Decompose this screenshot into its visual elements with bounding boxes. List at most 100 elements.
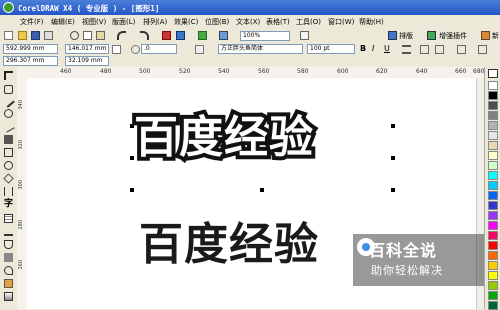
menu-tools[interactable]: 工具(O) [296, 17, 321, 27]
bold-icon[interactable]: B [360, 45, 369, 54]
text-align-icon[interactable] [402, 45, 411, 54]
smart-fill-tool-icon[interactable] [4, 135, 13, 144]
menu-view[interactable]: 视图(V) [82, 17, 106, 27]
color-swatch[interactable] [488, 161, 498, 170]
fill-tool-icon[interactable] [4, 279, 13, 288]
ellipse-tool-icon[interactable] [4, 161, 13, 170]
pick-tool-icon[interactable] [4, 71, 13, 80]
selection-handle[interactable] [391, 156, 395, 160]
export-icon[interactable] [176, 31, 185, 40]
enhance-plugin-label[interactable]: 增强插件 [439, 31, 467, 41]
crop-tool-icon[interactable] [2, 95, 15, 108]
basic-shapes-tool-icon[interactable] [4, 187, 13, 196]
outlined-text-object[interactable]: 百度经验 [130, 112, 317, 164]
open-folder-icon[interactable] [18, 31, 27, 40]
interactive-fill-tool-icon[interactable] [4, 292, 13, 301]
selection-handle[interactable] [260, 188, 264, 192]
mirror-horizontal-icon[interactable] [195, 45, 204, 54]
color-swatch[interactable] [488, 131, 498, 140]
color-swatch[interactable] [488, 261, 498, 270]
font-size-select[interactable]: 100 pt [307, 44, 355, 54]
snap-to-icon[interactable] [300, 31, 309, 40]
menu-window[interactable]: 窗口(W) [328, 17, 354, 27]
color-swatch[interactable] [488, 101, 498, 110]
menu-edit[interactable]: 编辑(E) [51, 17, 75, 27]
save-icon[interactable] [31, 31, 40, 40]
color-swatch[interactable] [488, 151, 498, 160]
rectangle-tool-icon[interactable] [4, 148, 13, 157]
undo-icon[interactable] [117, 31, 126, 40]
selection-handle[interactable] [391, 188, 395, 192]
height-field[interactable]: 32.109 mm [65, 56, 109, 66]
menu-layout[interactable]: 版面(L) [112, 17, 135, 27]
shape-tool-icon[interactable] [4, 85, 13, 94]
interactive-blend-tool-icon[interactable] [4, 240, 13, 249]
menu-help[interactable]: 帮助(H) [359, 17, 384, 27]
menu-file[interactable]: 文件(F) [20, 17, 44, 27]
outline-tool-icon[interactable] [4, 266, 13, 275]
vertical-text-icon[interactable] [478, 45, 487, 54]
color-swatch[interactable] [488, 201, 498, 210]
dimension-tool-icon[interactable] [4, 227, 13, 236]
text-tool-icon[interactable]: 字 [4, 200, 13, 209]
rotation-angle-field[interactable]: .0 [141, 44, 177, 54]
color-swatch[interactable] [488, 251, 498, 260]
menu-table[interactable]: 表格(T) [266, 17, 290, 27]
y-position-field[interactable]: 296.307 mm [3, 56, 58, 66]
freehand-tool-icon[interactable] [2, 120, 15, 133]
color-swatch[interactable] [488, 111, 498, 120]
font-list-select[interactable]: 方正胖头鱼简体 [218, 44, 303, 54]
selection-handle[interactable] [391, 124, 395, 128]
new-document-icon[interactable] [4, 31, 13, 40]
color-swatch[interactable] [488, 211, 498, 220]
drop-cap-icon[interactable] [435, 45, 444, 54]
menu-bitmaps[interactable]: 位图(B) [205, 17, 229, 27]
color-swatch[interactable] [488, 181, 498, 190]
cut-icon[interactable] [70, 31, 79, 40]
welcome-screen-icon[interactable] [219, 31, 228, 40]
table-tool-icon[interactable] [4, 214, 13, 223]
menu-arrange[interactable]: 排列(A) [143, 17, 167, 27]
italic-icon[interactable]: I [372, 45, 381, 54]
menu-effects[interactable]: 效果(C) [174, 17, 198, 27]
import-icon[interactable] [162, 31, 171, 40]
eyedropper-tool-icon[interactable] [4, 253, 13, 262]
color-swatch[interactable] [488, 221, 498, 230]
color-swatch[interactable] [488, 121, 498, 130]
ruler-label: 560 [258, 68, 270, 75]
color-swatch[interactable] [488, 271, 498, 280]
redo-icon[interactable] [140, 31, 149, 40]
new-plugin-icon[interactable] [481, 31, 490, 40]
color-swatch[interactable] [488, 281, 498, 290]
enhance-plugin-icon[interactable] [427, 31, 436, 40]
color-swatch[interactable] [488, 81, 498, 90]
bullet-list-icon[interactable] [420, 45, 429, 54]
color-swatch[interactable] [488, 141, 498, 150]
selection-handle[interactable] [130, 188, 134, 192]
copy-icon[interactable] [83, 31, 92, 40]
color-swatch[interactable] [488, 171, 498, 180]
color-swatch[interactable] [488, 91, 498, 100]
paste-icon[interactable] [96, 31, 105, 40]
menu-text[interactable]: 文本(X) [236, 17, 260, 27]
x-position-field[interactable]: 592.999 mm [3, 44, 58, 54]
new-plugin-label[interactable]: 新 [492, 31, 499, 41]
layout-plugin-icon[interactable] [388, 31, 397, 40]
edit-text-icon[interactable] [457, 45, 466, 54]
color-swatch[interactable] [488, 241, 498, 250]
width-field[interactable]: 146.017 mm [65, 44, 109, 54]
color-swatch[interactable] [488, 231, 498, 240]
color-swatch[interactable] [488, 191, 498, 200]
no-color-swatch[interactable] [488, 69, 498, 78]
watermark-overlay: 百科全说 助你轻松解决 [353, 234, 484, 286]
underline-icon[interactable]: U [384, 45, 393, 54]
application-launcher-icon[interactable] [198, 31, 207, 40]
lock-ratio-icon[interactable] [112, 45, 121, 54]
zoom-tool-icon[interactable] [4, 109, 13, 118]
layout-plugin-label[interactable]: 排版 [399, 31, 413, 41]
polygon-tool-icon[interactable] [3, 173, 14, 184]
filled-text-object[interactable]: 百度经验 [139, 223, 319, 267]
zoom-level-select[interactable]: 100% [240, 31, 290, 41]
print-icon[interactable] [44, 31, 53, 40]
color-swatch[interactable] [488, 291, 498, 300]
